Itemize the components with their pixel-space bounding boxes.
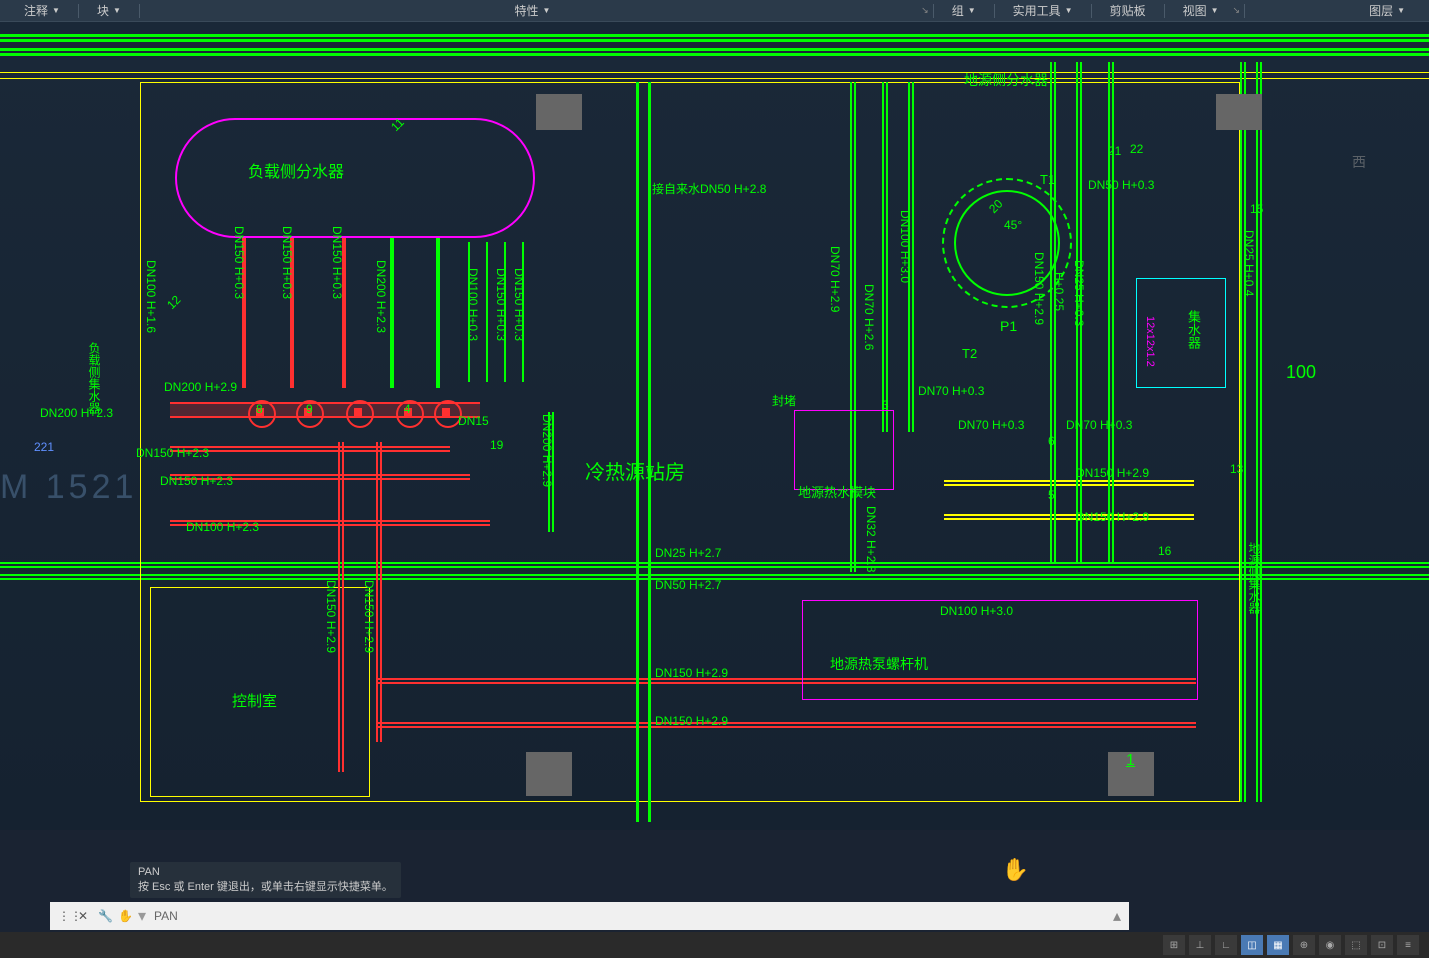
sb-btn-0[interactable]: ⊞ <box>1163 935 1185 955</box>
pump <box>396 400 420 424</box>
pipe <box>1256 62 1262 802</box>
pipe <box>486 242 488 382</box>
sb-btn-1[interactable]: ⊥ <box>1189 935 1211 955</box>
cmdbar-grip-icon[interactable]: ⋮⋮ <box>58 909 72 923</box>
pipe <box>908 82 914 432</box>
pipe <box>850 82 856 572</box>
pump-4 <box>346 400 370 424</box>
command-bar[interactable]: ⋮⋮ ✕ 🔧 ✋ ▾ ▴ <box>50 902 1129 930</box>
cmd-hint: 按 Esc 或 Enter 键退出，或单击右键显示快捷菜单。 <box>138 878 393 894</box>
pipe <box>242 238 246 388</box>
pipe <box>376 442 382 742</box>
pipe <box>0 48 1429 56</box>
wall <box>0 78 1429 79</box>
load-distributor-tank <box>175 118 535 238</box>
pump <box>434 400 458 424</box>
pipe <box>338 442 344 772</box>
sb-btn-9[interactable]: ≡ <box>1397 935 1419 955</box>
pipe <box>1108 62 1114 562</box>
pipe <box>648 82 651 822</box>
pipe <box>1076 62 1082 562</box>
sb-btn-8[interactable]: ⊡ <box>1371 935 1393 955</box>
sb-btn-4[interactable]: ▦ <box>1267 935 1289 955</box>
pipe <box>376 722 1196 728</box>
sb-btn-7[interactable]: ⬚ <box>1345 935 1367 955</box>
menu-view[interactable]: 视图▼ <box>1169 0 1233 21</box>
menu-annotate[interactable]: 注释▼ <box>10 0 74 21</box>
pipe <box>548 412 554 532</box>
pipe <box>170 474 470 480</box>
drawing-canvas[interactable]: 负载侧分水器 冷热源站房 <box>0 22 1429 830</box>
pipe <box>170 520 490 526</box>
pipe <box>504 242 506 382</box>
pump-9 <box>296 400 320 424</box>
pipe <box>290 238 294 388</box>
cmdbar-history-icon[interactable]: ▴ <box>1113 906 1121 926</box>
pipe <box>436 238 440 388</box>
pipe-label: DN200 H+2.3 <box>40 406 113 420</box>
column <box>1216 94 1262 130</box>
sb-btn-3[interactable]: ◫ <box>1241 935 1263 955</box>
equip-label: 负载侧集水器 <box>86 342 103 414</box>
heatpump-screw <box>802 600 1198 700</box>
dim: 100 <box>1286 362 1316 383</box>
menu-block[interactable]: 块▼ <box>83 0 135 21</box>
pipe <box>944 480 1194 486</box>
pan-cursor-icon: ✋ <box>1002 857 1029 883</box>
menu-layer[interactable]: 图层▼ <box>1249 0 1419 21</box>
column <box>1108 752 1154 796</box>
command-feedback: PAN 按 Esc 或 Enter 键退出，或单击右键显示快捷菜单。 <box>130 862 401 898</box>
hotwater-module <box>794 410 894 490</box>
sb-btn-2[interactable]: ∟ <box>1215 935 1237 955</box>
menu-group[interactable]: 组▼ <box>938 0 990 21</box>
status-bar: ⊞ ⊥ ∟ ◫ ▦ ⊕ ◉ ⬚ ⊡ ≡ <box>0 932 1429 958</box>
pipe <box>170 446 450 452</box>
pipe <box>636 82 639 822</box>
cmd-name: PAN <box>138 866 393 878</box>
pipe <box>342 238 346 388</box>
column <box>526 752 572 796</box>
pipe <box>468 242 470 382</box>
pipe <box>0 34 1429 42</box>
dim: 221 <box>34 440 54 454</box>
cmdbar-hand-icon: ✋ <box>118 909 132 923</box>
bg-watermark: M 1521 <box>0 468 137 507</box>
pump-8 <box>248 400 272 424</box>
menubar: 注释▼ 块▼ 特性▼ ↘ 组▼ 实用工具▼ 剪贴板 视图▼ ↘ 图层▼ <box>0 0 1429 22</box>
menu-clipboard[interactable]: 剪贴板 <box>1096 0 1160 21</box>
pipe <box>390 238 394 388</box>
cmdbar-wrench-icon[interactable]: 🔧 <box>98 909 112 923</box>
control-room <box>150 587 370 797</box>
pipe <box>882 82 888 432</box>
viewcube[interactable]: 西 <box>1319 122 1399 202</box>
tank-p1-inner <box>954 190 1060 296</box>
wall <box>0 72 1429 73</box>
sb-btn-6[interactable]: ◉ <box>1319 935 1341 955</box>
menu-tools[interactable]: 实用工具▼ <box>999 0 1087 21</box>
pipe <box>1240 62 1246 802</box>
menu-properties[interactable]: 特性▼ <box>144 0 921 21</box>
pipe <box>1050 62 1056 562</box>
sb-btn-5[interactable]: ⊕ <box>1293 935 1315 955</box>
command-input[interactable] <box>154 909 1105 923</box>
pipe <box>522 242 524 382</box>
collector-device <box>1136 278 1226 388</box>
pipe <box>944 514 1194 520</box>
column <box>536 94 582 130</box>
cmdbar-close-icon[interactable]: ✕ <box>78 909 92 923</box>
